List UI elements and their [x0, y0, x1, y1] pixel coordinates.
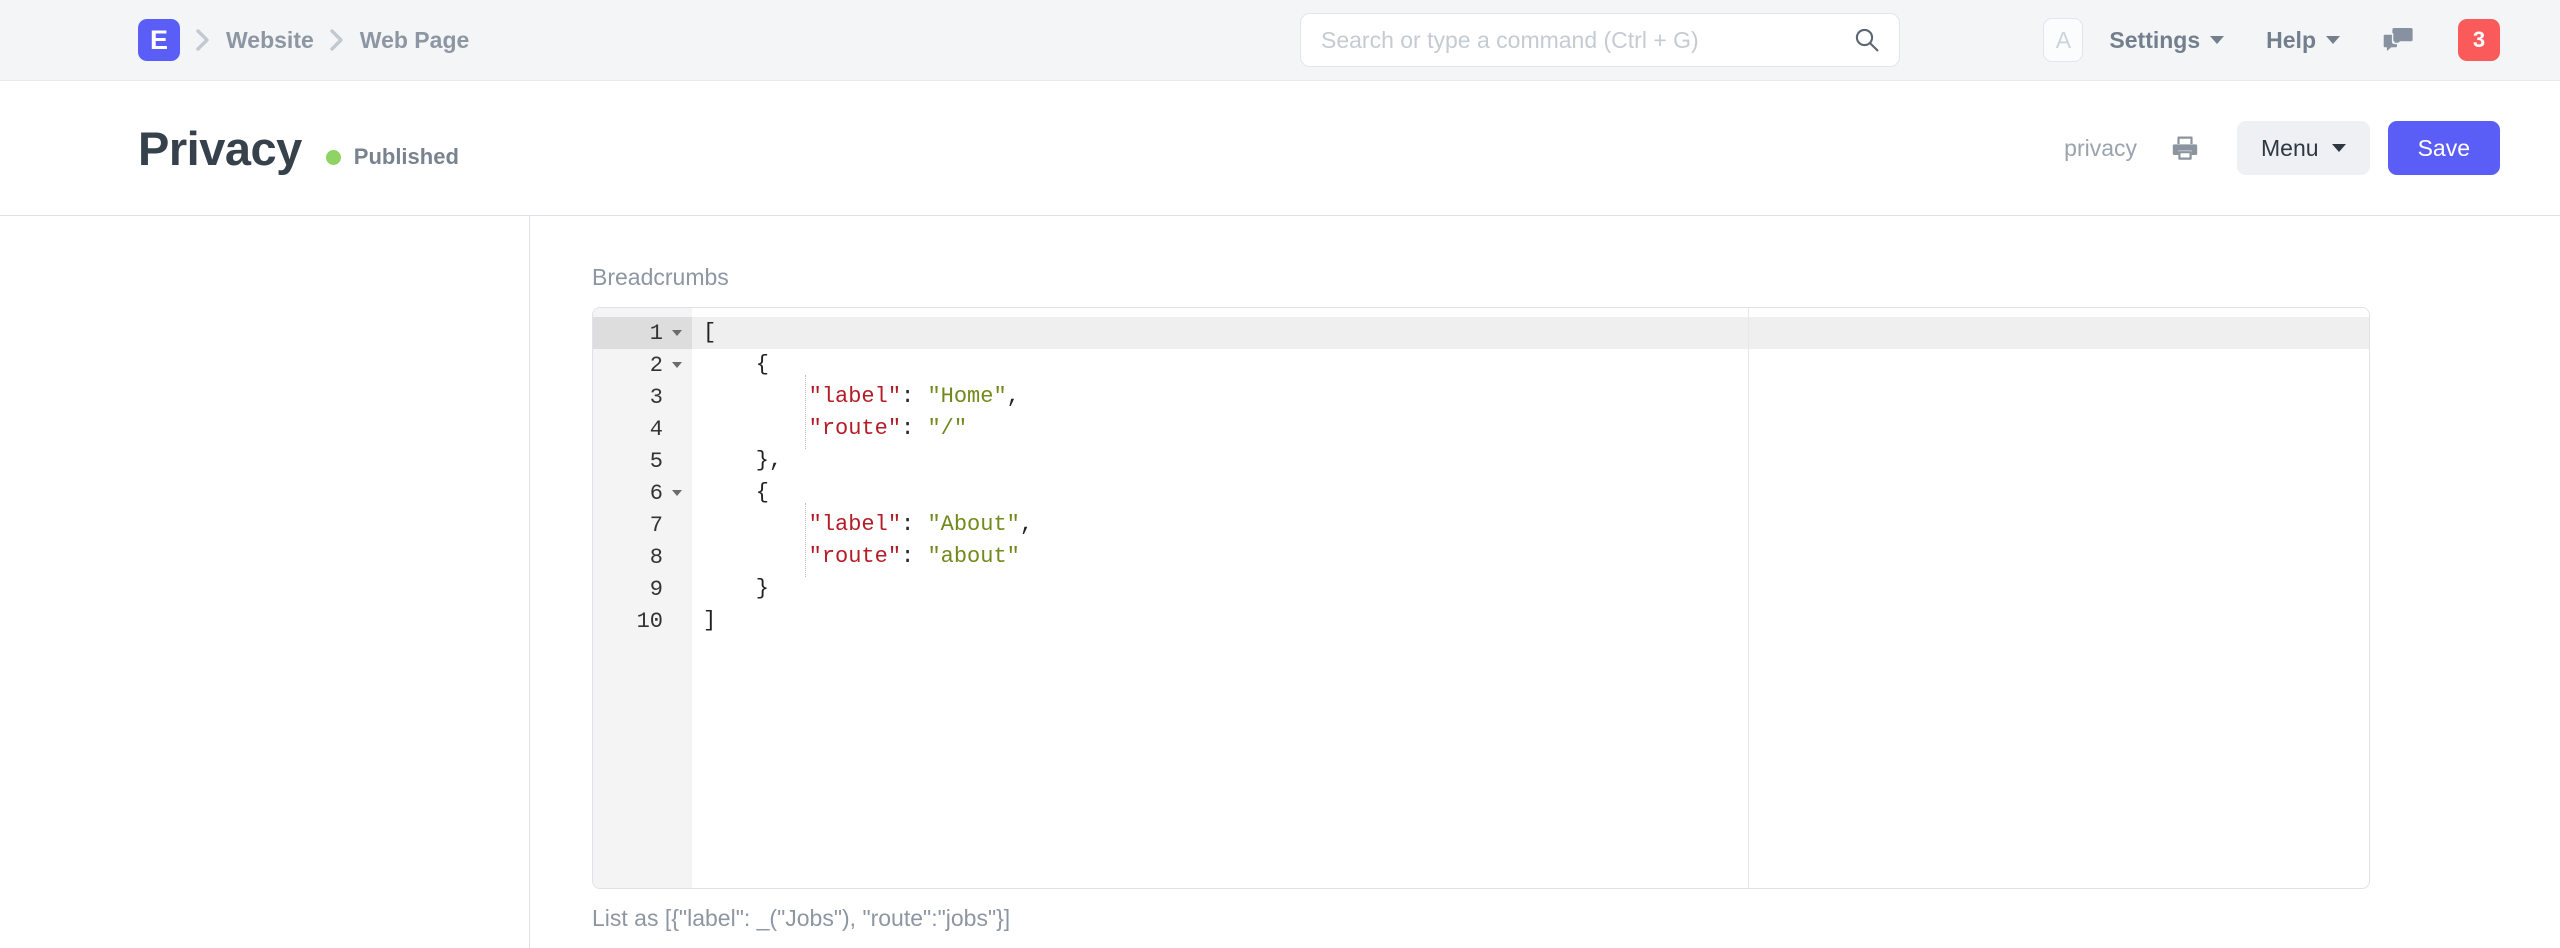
- code-token-punct: ,: [1007, 384, 1020, 409]
- editor-line-number: 10: [637, 609, 663, 634]
- page-header-actions: privacy Menu Save: [2064, 121, 2500, 175]
- route-label: privacy: [2064, 135, 2137, 162]
- editor-gutter-row[interactable]: 7: [593, 509, 692, 541]
- status-badge: Published: [326, 144, 459, 170]
- page-header: Privacy Published privacy Menu Save: [0, 81, 2560, 216]
- editor-code-lines[interactable]: [ { "label": "Home", "route": "/" }, { "…: [692, 317, 2369, 637]
- search-input[interactable]: [1300, 13, 1900, 67]
- editor-gutter-row[interactable]: 10: [593, 605, 692, 637]
- code-token-str: "about": [927, 544, 1019, 569]
- code-token-punct: }: [703, 576, 769, 601]
- editor-code-line[interactable]: {: [692, 349, 2369, 381]
- notification-badge[interactable]: 3: [2458, 19, 2500, 61]
- breadcrumb: E Website Web Page: [0, 19, 469, 61]
- form-column: Breadcrumbs 1 2 3 4 5 6 7 8 9 10 [ { "label": "Ho…: [530, 216, 2560, 948]
- fold-toggle-icon[interactable]: [670, 330, 683, 336]
- editor-code-line[interactable]: [: [692, 317, 2369, 349]
- chevron-right-icon: [180, 24, 226, 56]
- code-token-str: "About": [927, 512, 1019, 537]
- code-token-punct: ]: [703, 608, 716, 633]
- code-token-key: "route": [703, 544, 901, 569]
- search-icon[interactable]: [1854, 27, 1880, 53]
- code-token-punct: :: [901, 512, 927, 537]
- editor-code-line[interactable]: "label": "About",: [692, 509, 2369, 541]
- chevron-down-icon: [2332, 144, 2346, 152]
- code-token-punct: :: [901, 384, 927, 409]
- status-dot-icon: [326, 150, 341, 165]
- code-token-punct: [: [703, 320, 716, 345]
- chat-bubbles-icon[interactable]: [2382, 26, 2414, 54]
- fold-toggle-icon[interactable]: [670, 490, 683, 496]
- chevron-right-icon: [314, 24, 360, 56]
- code-token-punct: ,: [1020, 512, 1033, 537]
- page-body: Breadcrumbs 1 2 3 4 5 6 7 8 9 10 [ { "label": "Ho…: [0, 216, 2560, 948]
- code-token-str: "Home": [927, 384, 1006, 409]
- app-logo[interactable]: E: [138, 19, 180, 61]
- editor-line-number: 2: [650, 353, 663, 378]
- breadcrumb-item-website[interactable]: Website: [226, 27, 314, 54]
- field-hint-breadcrumbs: List as [{"label": _("Jobs"), "route":"j…: [592, 905, 2370, 932]
- editor-gutter-row[interactable]: 4: [593, 413, 692, 445]
- editor-line-number: 1: [650, 321, 663, 346]
- editor-code-line[interactable]: }: [692, 573, 2369, 605]
- editor-code-line[interactable]: "route": "about": [692, 541, 2369, 573]
- code-editor-breadcrumbs[interactable]: 1 2 3 4 5 6 7 8 9 10 [ { "label": "Home", "route"…: [592, 307, 2370, 889]
- editor-gutter-row[interactable]: 5: [593, 445, 692, 477]
- editor-code-line[interactable]: "route": "/": [692, 413, 2369, 445]
- editor-gutter[interactable]: 1 2 3 4 5 6 7 8 9 10: [593, 308, 692, 888]
- editor-line-number: 7: [650, 513, 663, 538]
- code-token-key: "label": [703, 512, 901, 537]
- code-token-punct: {: [703, 352, 769, 377]
- avatar[interactable]: A: [2043, 18, 2083, 62]
- top-navbar: E Website Web Page A Settings Help: [0, 0, 2560, 81]
- editor-code-line[interactable]: ]: [692, 605, 2369, 637]
- menu-button[interactable]: Menu: [2237, 121, 2370, 175]
- breadcrumb-item-web-page[interactable]: Web Page: [360, 27, 470, 54]
- editor-line-number: 8: [650, 545, 663, 570]
- printer-icon[interactable]: [2171, 134, 2199, 162]
- status-label: Published: [354, 144, 459, 170]
- field-label-breadcrumbs: Breadcrumbs: [592, 264, 2370, 291]
- editor-line-number: 5: [650, 449, 663, 474]
- editor-gutter-row[interactable]: 9: [593, 573, 692, 605]
- editor-gutter-row[interactable]: 6: [593, 477, 692, 509]
- menu-button-label: Menu: [2261, 135, 2319, 162]
- editor-line-number: 9: [650, 577, 663, 602]
- left-rail: [0, 216, 530, 948]
- code-token-punct: :: [901, 544, 927, 569]
- page-title: Privacy: [138, 125, 302, 172]
- editor-code-line[interactable]: {: [692, 477, 2369, 509]
- editor-gutter-row[interactable]: 1: [593, 317, 692, 349]
- nav-menu-settings-label: Settings: [2109, 27, 2200, 54]
- save-button[interactable]: Save: [2388, 121, 2500, 175]
- editor-line-number: 3: [650, 385, 663, 410]
- global-search[interactable]: [1300, 13, 1900, 67]
- editor-code-line[interactable]: "label": "Home",: [692, 381, 2369, 413]
- nav-menu-settings[interactable]: Settings: [2109, 27, 2224, 54]
- nav-menu-help[interactable]: Help: [2266, 27, 2340, 54]
- editor-grid: 1 2 3 4 5 6 7 8 9 10 [ { "label": "Home", "route"…: [593, 308, 2369, 888]
- nav-menu-help-label: Help: [2266, 27, 2316, 54]
- fold-toggle-icon[interactable]: [670, 362, 683, 368]
- editor-line-number: 6: [650, 481, 663, 506]
- code-token-punct: {: [703, 480, 769, 505]
- editor-gutter-row[interactable]: 8: [593, 541, 692, 573]
- editor-code-pane[interactable]: [ { "label": "Home", "route": "/" }, { "…: [692, 308, 2369, 888]
- code-token-str: "/": [927, 416, 967, 441]
- code-token-key: "label": [703, 384, 901, 409]
- code-token-punct: :: [901, 416, 927, 441]
- navbar-right-actions: A Settings Help 3: [2043, 18, 2500, 62]
- code-token-punct: },: [703, 448, 782, 473]
- editor-line-number: 4: [650, 417, 663, 442]
- chevron-down-icon: [2326, 36, 2340, 44]
- chevron-down-icon: [2210, 36, 2224, 44]
- code-token-key: "route": [703, 416, 901, 441]
- editor-gutter-row[interactable]: 2: [593, 349, 692, 381]
- editor-gutter-row[interactable]: 3: [593, 381, 692, 413]
- editor-code-line[interactable]: },: [692, 445, 2369, 477]
- page-title-group: Privacy Published: [138, 125, 459, 172]
